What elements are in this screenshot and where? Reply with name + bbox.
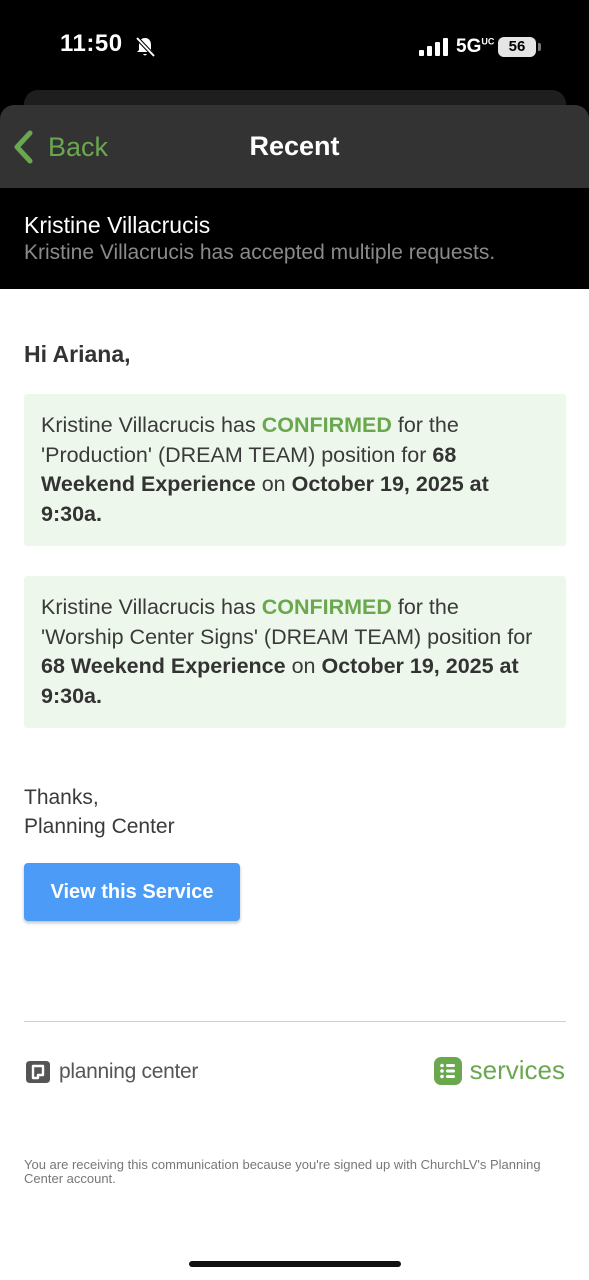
sender-name: Kristine Villacrucis bbox=[24, 212, 211, 238]
status-confirmed: CONFIRMED bbox=[261, 595, 392, 619]
greeting: Hi Ariana, bbox=[24, 341, 131, 367]
message-header: Kristine Villacrucis Kristine Villacruci… bbox=[0, 188, 589, 289]
bell-slash-icon bbox=[135, 36, 156, 58]
view-service-button[interactable]: View this Service bbox=[24, 863, 240, 921]
services-wordmark: services bbox=[469, 1055, 565, 1085]
confirmation-notice: Kristine Villacrucis has CONFIRMED for t… bbox=[24, 576, 566, 728]
status-time: 11:50 bbox=[60, 30, 123, 57]
services-logo-icon bbox=[433, 1056, 462, 1085]
footer-note: You are receiving this communication bec… bbox=[24, 1157, 541, 1186]
status-bar: 11:50 5GUC 56 bbox=[0, 0, 589, 92]
thanks-text: Thanks, bbox=[24, 786, 99, 809]
planning-center-logo-icon bbox=[26, 1061, 50, 1083]
message-summary: Kristine Villacrucis has accepted multip… bbox=[24, 241, 496, 264]
planning-center-logo[interactable]: planning center bbox=[24, 1058, 198, 1086]
network-type: 5GUC bbox=[456, 36, 495, 57]
battery-tip bbox=[538, 43, 541, 51]
status-confirmed: CONFIRMED bbox=[261, 413, 392, 437]
signal-icon bbox=[419, 38, 448, 56]
home-indicator[interactable] bbox=[189, 1261, 401, 1267]
navigation-bar: Back Recent bbox=[0, 105, 589, 188]
signoff: Thanks, Planning Center bbox=[24, 783, 175, 841]
planning-center-wordmark: planning center bbox=[59, 1060, 199, 1083]
event-name: 68 Weekend Experience bbox=[41, 654, 286, 678]
battery-icon: 56 bbox=[498, 37, 536, 57]
confirmation-notice: Kristine Villacrucis has CONFIRMED for t… bbox=[24, 394, 566, 546]
page-title: Recent bbox=[249, 131, 340, 161]
divider bbox=[24, 1021, 566, 1022]
email-body: Hi Ariana, Kristine Villacrucis has CONF… bbox=[0, 289, 589, 1280]
signature: Planning Center bbox=[24, 815, 175, 838]
services-logo[interactable]: services bbox=[433, 1055, 565, 1086]
notice-person: Kristine Villacrucis bbox=[41, 595, 216, 619]
notice-person: Kristine Villacrucis bbox=[41, 413, 216, 437]
